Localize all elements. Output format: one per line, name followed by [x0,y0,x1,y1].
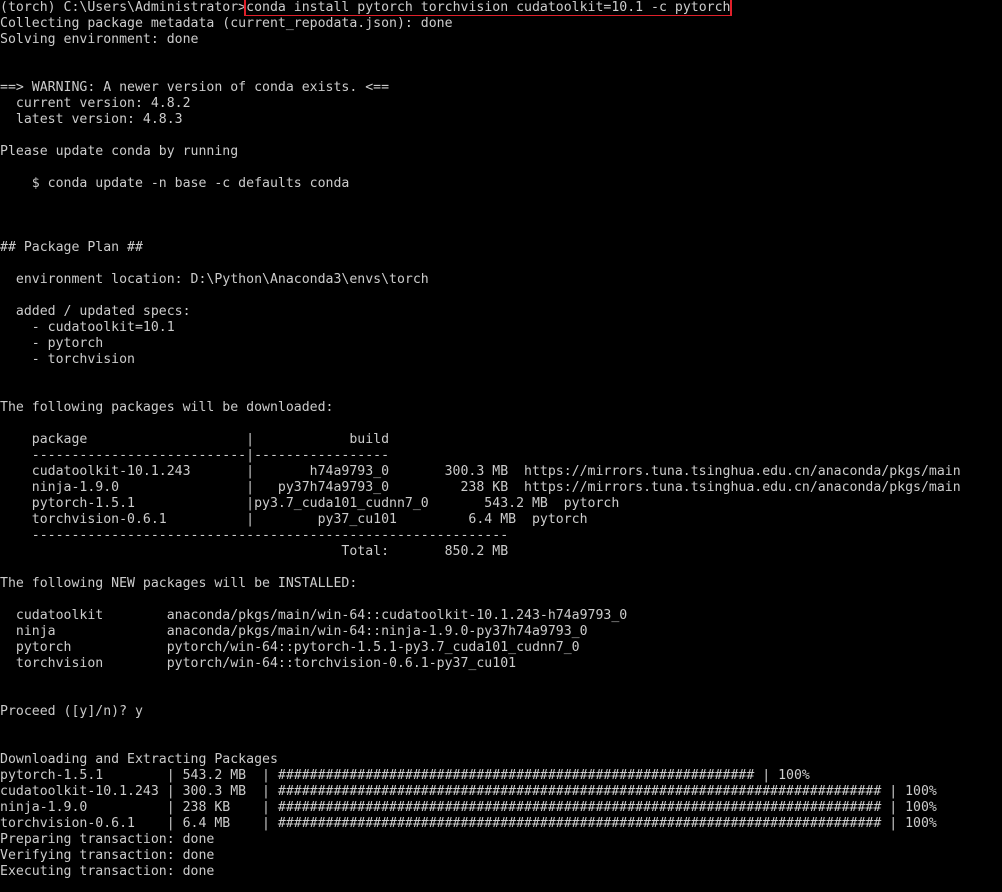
output-line: pytorch-1.5.1 | 543.2 MB | #############… [0,768,810,783]
output-line: torchvision pytorch/win-64::torchvision-… [0,656,517,671]
output-line: torchvision-0.6.1 | py37_cu101 6.4 MB py… [0,512,588,527]
output-line: Proceed ([y]/n)? y [0,704,143,719]
output-line: $ conda update -n base -c defaults conda [0,176,350,191]
terminal-window[interactable]: (torch) C:\Users\Administrator>conda ins… [0,0,1002,892]
output-line: Total: 850.2 MB [0,544,509,559]
terminal-output: Collecting package metadata (current_rep… [0,16,1002,880]
output-line: Downloading and Extracting Packages [0,752,278,767]
output-line: added / updated specs: [0,304,191,319]
output-line: The following NEW packages will be INSTA… [0,576,358,591]
output-line: pytorch pytorch/win-64::pytorch-1.5.1-py… [0,640,580,655]
output-line: ==> WARNING: A newer version of conda ex… [0,80,390,95]
output-line: ---------------------------|------------… [0,448,390,463]
output-line: ninja-1.9.0 | 238 KB | #################… [0,800,937,815]
output-line: current version: 4.8.2 [0,96,191,111]
output-line: ninja anaconda/pkgs/main/win-64::ninja-1… [0,624,588,639]
command-line: (torch) C:\Users\Administrator>conda ins… [0,0,1002,16]
output-line: ----------------------------------------… [0,528,509,543]
output-line: package | build [0,432,390,447]
output-line: The following packages will be downloade… [0,400,334,415]
output-line: ## Package Plan ## [0,240,143,255]
output-line: Solving environment: done [0,32,199,47]
output-line: - torchvision [0,352,135,367]
output-line: - cudatoolkit=10.1 [0,320,175,335]
output-line: cudatoolkit-10.1.243 | h74a9793_0 300.3 … [0,464,961,479]
highlighted-command: conda install pytorch torchvision cudato… [244,0,733,16]
prompt: (torch) C:\Users\Administrator> [0,0,247,15]
output-line: Executing transaction: done [0,864,215,879]
output-line: cudatoolkit-10.1.243 | 300.3 MB | ######… [0,784,937,799]
output-line: - pytorch [0,336,104,351]
output-line: ninja-1.9.0 | py37h74a9793_0 238 KB http… [0,480,961,495]
output-line: Preparing transaction: done [0,832,215,847]
output-line: pytorch-1.5.1 |py3.7_cuda101_cudnn7_0 54… [0,496,620,511]
output-line: latest version: 4.8.3 [0,112,183,127]
output-line: Collecting package metadata (current_rep… [0,16,453,31]
output-line: Please update conda by running [0,144,239,159]
output-line: environment location: D:\Python\Anaconda… [0,272,429,287]
output-line: cudatoolkit anaconda/pkgs/main/win-64::c… [0,608,628,623]
output-line: Verifying transaction: done [0,848,215,863]
output-line: torchvision-0.6.1 | 6.4 MB | ###########… [0,816,937,831]
